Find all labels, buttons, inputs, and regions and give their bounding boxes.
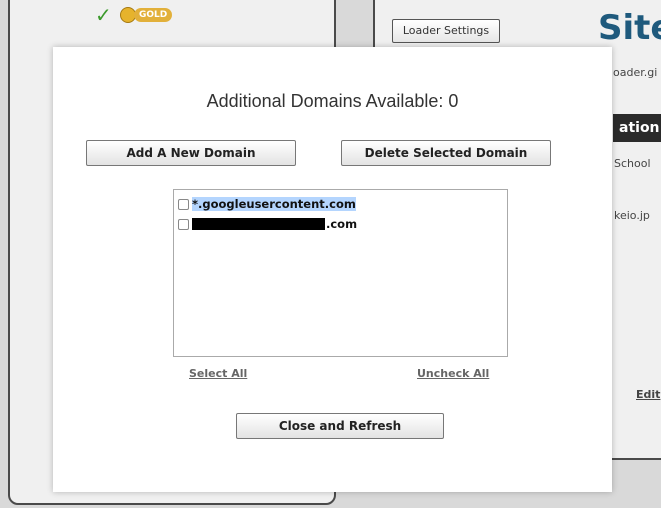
checkmark-icon: ✓ — [95, 3, 112, 27]
select-all-link[interactable]: Select All — [189, 367, 247, 380]
section-header: ation — [613, 114, 661, 142]
modal-title: Additional Domains Available: 0 — [206, 91, 459, 111]
edit-link[interactable]: Edit — [636, 388, 660, 401]
domain-list-item[interactable]: *.googleusercontent.com — [178, 196, 356, 212]
gold-badge: GOLD — [134, 8, 173, 22]
domain-label: .com — [326, 217, 358, 231]
domain-checkbox[interactable] — [178, 198, 189, 210]
close-refresh-button[interactable]: Close and Refresh — [236, 413, 444, 439]
school-text: School — [614, 157, 651, 170]
loader-settings-button[interactable]: Loader Settings — [392, 19, 500, 43]
domain-checkbox[interactable] — [178, 218, 189, 230]
domain-list[interactable]: *.googleusercontent.com .com — [173, 189, 508, 357]
site-logo: Site — [598, 8, 661, 48]
add-domain-button[interactable]: Add A New Domain — [86, 140, 296, 166]
domain-text-background: keio.jp — [614, 209, 650, 222]
uncheck-all-link[interactable]: Uncheck All — [417, 367, 489, 380]
additional-domains-modal: Additional Domains Available: 0 Add A Ne… — [53, 47, 612, 492]
domain-list-item[interactable]: .com — [178, 216, 357, 232]
redacted-block — [192, 218, 325, 230]
domain-label: *.googleusercontent.com — [192, 197, 356, 211]
loader-url-text: oader.gi — [613, 66, 658, 79]
delete-domain-button[interactable]: Delete Selected Domain — [341, 140, 551, 166]
